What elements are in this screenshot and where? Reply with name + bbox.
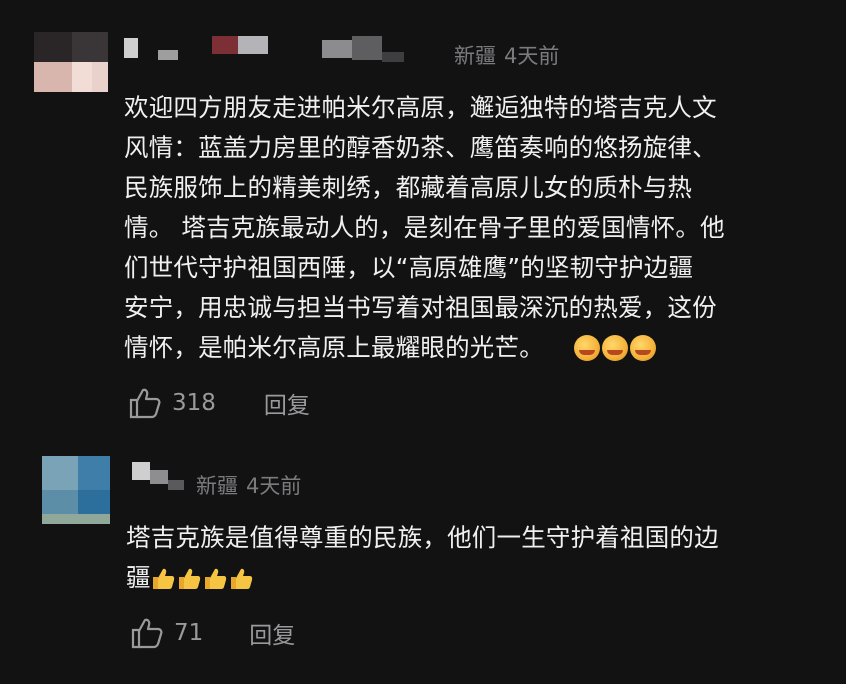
comment-text-line: 风情：蓝盖力房里的醇香奶茶、鹰笛奏响的悠扬旋律、 bbox=[124, 133, 717, 162]
reply-button[interactable]: 回复 bbox=[264, 386, 310, 420]
comment-text-line-last: 情怀，是帕米尔高原上最耀眼的光芒。 bbox=[124, 328, 725, 368]
thumbs-up-outline-icon bbox=[131, 618, 163, 649]
location-label: 新疆 bbox=[454, 44, 496, 68]
grin-emoji-icon bbox=[573, 335, 600, 361]
comment-text-line: 塔吉克族是值得尊重的民族，他们一生守护着祖国的边 bbox=[126, 523, 719, 552]
user-avatar[interactable] bbox=[42, 456, 110, 524]
location-label: 新疆 bbox=[196, 474, 238, 498]
time-label: 4天前 bbox=[504, 44, 560, 68]
grin-emoji-icon bbox=[601, 335, 628, 361]
like-button[interactable]: 318 bbox=[128, 387, 216, 419]
comment-item: 新疆 4天前 塔吉克族是值得尊重的民族，他们一生守护着祖国的边 疆 71 回复 bbox=[0, 440, 846, 684]
like-count: 71 bbox=[174, 620, 204, 646]
comment-text-segment: 疆 bbox=[126, 563, 151, 592]
thumbs-up-emoji-icon bbox=[152, 568, 174, 589]
comment-text-line: 民族服饰上的精美刺绣，都藏着高原儿女的质朴与热 bbox=[124, 173, 693, 202]
comment-text-line: 安宁，用忠诚与担当书写着对祖国最深沉的热爱，这份 bbox=[124, 293, 717, 322]
grin-emoji-icon bbox=[629, 335, 656, 361]
comment-meta: 新疆 4天前 bbox=[196, 470, 309, 500]
reply-button[interactable]: 回复 bbox=[249, 616, 295, 650]
like-count: 318 bbox=[172, 390, 216, 416]
comment-list: 新疆 4天前 欢迎四方朋友走进帕米尔高原，邂逅独特的塔吉克人文 风情：蓝盖力房里的… bbox=[0, 0, 846, 684]
user-avatar[interactable] bbox=[34, 32, 108, 92]
thumbs-up-emoji-icon bbox=[230, 568, 252, 589]
thumbs-up-emoji-icon bbox=[204, 568, 226, 589]
comment-text: 欢迎四方朋友走进帕米尔高原，邂逅独特的塔吉克人文 风情：蓝盖力房里的醇香奶茶、鹰… bbox=[124, 88, 725, 368]
thumbs-up-emoji-icon bbox=[178, 568, 200, 589]
comment-item: 新疆 4天前 欢迎四方朋友走进帕米尔高原，邂逅独特的塔吉克人文 风情：蓝盖力房里的… bbox=[0, 0, 846, 440]
comment-text-line: 们世代守护祖国西陲，以“高原雄鹰”的坚韧守护边疆 bbox=[124, 253, 694, 282]
like-button[interactable]: 71 bbox=[130, 617, 203, 649]
comment-text-line-last: 疆 bbox=[126, 558, 719, 598]
comment-meta: 新疆 4天前 bbox=[454, 40, 567, 70]
comment-text-line: 情。 塔吉克族最动人的，是刻在骨子里的爱国情怀。他 bbox=[124, 213, 725, 242]
comment-text-line: 欢迎四方朋友走进帕米尔高原，邂逅独特的塔吉克人文 bbox=[124, 93, 717, 122]
comment-text-segment: 情怀，是帕米尔高原上最耀眼的光芒。 bbox=[124, 333, 544, 362]
comment-actions: 318 回复 bbox=[128, 386, 310, 420]
comment-actions: 71 回复 bbox=[130, 616, 295, 650]
time-label: 4天前 bbox=[246, 474, 302, 498]
thumbs-up-outline-icon bbox=[129, 388, 161, 419]
comment-text: 塔吉克族是值得尊重的民族，他们一生守护着祖国的边 疆 bbox=[126, 518, 719, 598]
